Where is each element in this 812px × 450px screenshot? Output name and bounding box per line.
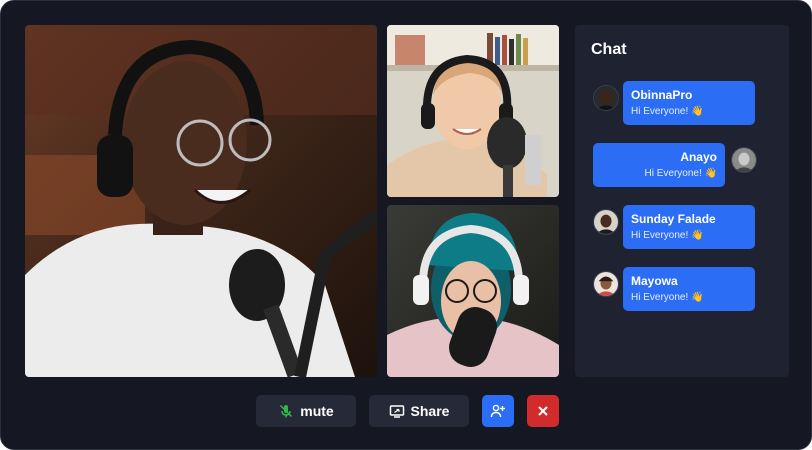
message-text: Hi Everyone! 👋 <box>631 292 704 303</box>
microphone-off-icon <box>280 404 293 418</box>
message-author: Anayo <box>680 150 717 164</box>
avatar <box>593 271 619 297</box>
mute-button[interactable]: mute <box>256 395 356 427</box>
chat-bubble: Mayowa Hi Everyone! 👋 <box>623 267 755 311</box>
message-text: Hi Everyone! 👋 <box>631 230 704 241</box>
message-text: Hi Everyone! 👋 <box>644 168 717 179</box>
participant-video <box>387 205 559 377</box>
mute-button-label: mute <box>300 403 334 419</box>
video-tile-participant-2[interactable] <box>387 25 559 197</box>
message-author: Sunday Falade <box>631 212 716 226</box>
chat-bubble: ObinnaPro Hi Everyone! 👋 <box>623 81 755 125</box>
wave-emoji: 👋 <box>704 168 717 179</box>
share-button-label: Share <box>410 403 450 419</box>
participant-video <box>387 25 559 197</box>
wave-emoji: 👋 <box>691 230 704 241</box>
add-person-icon <box>490 404 505 418</box>
chat-bubble: Anayo Hi Everyone! 👋 <box>593 143 725 187</box>
wave-emoji: 👋 <box>691 106 704 117</box>
video-call-window: Chat ObinnaPro Hi Everyone! 👋 Anayo Hi E… <box>0 0 812 450</box>
avatar <box>731 147 757 173</box>
video-tile-participant-3[interactable] <box>387 205 559 377</box>
message-text: Hi Everyone! 👋 <box>631 106 704 117</box>
chat-title: Chat <box>591 41 627 58</box>
add-participant-button[interactable] <box>482 395 514 427</box>
chat-panel: Chat ObinnaPro Hi Everyone! 👋 Anayo Hi E… <box>575 25 789 377</box>
participant-video <box>25 25 377 377</box>
call-controls: mute Share <box>1 395 811 427</box>
avatar <box>593 209 619 235</box>
close-icon <box>538 406 548 416</box>
message-author: Mayowa <box>631 274 678 288</box>
share-button[interactable]: Share <box>369 395 469 427</box>
wave-emoji: 👋 <box>691 292 704 303</box>
end-call-button[interactable] <box>527 395 559 427</box>
avatar <box>593 85 619 111</box>
video-tile-main-speaker[interactable] <box>25 25 377 377</box>
chat-bubble: Sunday Falade Hi Everyone! 👋 <box>623 205 755 249</box>
screen-share-icon <box>389 405 404 418</box>
message-author: ObinnaPro <box>631 88 693 102</box>
